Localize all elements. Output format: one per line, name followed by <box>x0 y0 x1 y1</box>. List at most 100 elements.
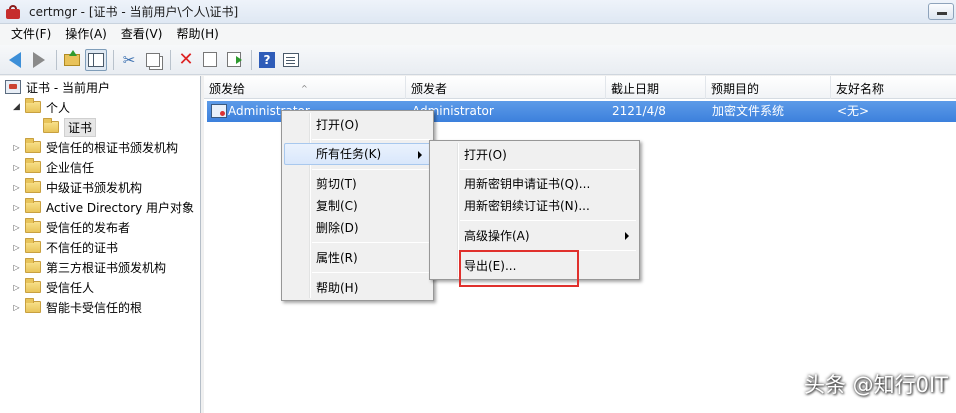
menu-item-renew-new-key[interactable]: 用新密钥续订证书(N)... <box>432 195 637 217</box>
menu-bar: 文件(F) 操作(A) 查看(V) 帮助(H) <box>0 24 956 45</box>
cell-expiration: 2121/4/8 <box>612 104 666 118</box>
properties-icon <box>203 52 217 67</box>
help-button[interactable]: ? <box>256 49 278 71</box>
tree-item-certificates[interactable]: 证书 <box>43 117 97 137</box>
properties-button[interactable] <box>199 49 221 71</box>
menu-item-all-tasks[interactable]: 所有任务(K) <box>284 143 431 165</box>
collapsed-triangle-icon[interactable]: ▷ <box>12 283 21 292</box>
tree-label: 受信任的根证书颁发机构 <box>46 140 179 155</box>
menu-separator <box>460 220 636 221</box>
collapsed-triangle-icon[interactable]: ▷ <box>12 263 21 272</box>
tree-item-store[interactable]: ▷ 智能卡受信任的根 <box>12 297 142 317</box>
submenu-arrow-icon <box>625 232 629 240</box>
tree-item-store[interactable]: ▷ 受信任人 <box>12 277 94 297</box>
toolbar-separator <box>113 49 114 70</box>
column-issued-by[interactable]: 颁发者 <box>406 76 606 99</box>
column-label: 友好名称 <box>836 82 885 96</box>
collapsed-triangle-icon[interactable]: ▷ <box>12 223 21 232</box>
watermark: 头条 @知行0IT <box>803 373 948 397</box>
tree-item-personal[interactable]: ◢ 个人 <box>12 97 70 117</box>
context-menu: 打开(O) 所有任务(K) 剪切(T) 复制(C) 删除(D) 属性(R) 帮助… <box>281 110 434 301</box>
folder-up-icon <box>64 49 80 66</box>
folder-icon <box>25 178 41 193</box>
menu-separator <box>312 139 430 140</box>
column-issued-to[interactable]: 颁发给 ^ <box>204 76 406 99</box>
copy-button[interactable] <box>142 49 164 71</box>
list-header: 颁发给 ^ 颁发者 截止日期 预期目的 友好名称 <box>204 76 956 99</box>
show-hide-tree-button[interactable] <box>85 48 107 71</box>
delete-button[interactable]: ✕ <box>175 49 197 71</box>
collapsed-triangle-icon[interactable]: ▷ <box>12 143 21 152</box>
tree-label: 受信任人 <box>46 280 95 295</box>
tree-item-store[interactable]: ▷ 受信任的发布者 <box>12 217 130 237</box>
minimize-button[interactable] <box>928 3 954 20</box>
folder-icon <box>25 218 41 233</box>
toolbar-separator <box>170 49 171 70</box>
tree-item-store[interactable]: ▷ Active Directory 用户对象 <box>12 197 194 217</box>
column-label: 颁发给 <box>209 82 246 96</box>
forward-button[interactable] <box>28 49 50 71</box>
folder-icon <box>25 98 41 113</box>
folder-icon <box>43 118 59 133</box>
column-label: 截止日期 <box>611 82 660 96</box>
column-friendly-name[interactable]: 友好名称 <box>831 76 956 99</box>
expanded-triangle-icon[interactable]: ◢ <box>12 102 21 112</box>
menu-item-cut[interactable]: 剪切(T) <box>284 173 431 195</box>
column-intended-purposes[interactable]: 预期目的 <box>706 76 831 99</box>
collapsed-triangle-icon[interactable]: ▷ <box>12 163 21 172</box>
tree-label: 个人 <box>46 100 71 115</box>
menu-item-help[interactable]: 帮助(H) <box>284 277 431 299</box>
menu-separator <box>312 169 430 170</box>
menu-item-delete[interactable]: 删除(D) <box>284 217 431 239</box>
forward-arrow-icon <box>33 51 45 68</box>
collapsed-triangle-icon[interactable]: ▷ <box>12 243 21 252</box>
menu-item-request-new-key[interactable]: 用新密钥申请证书(Q)... <box>432 173 637 195</box>
up-level-button[interactable] <box>61 49 83 71</box>
folder-icon <box>25 238 41 253</box>
copy-icon <box>146 52 160 67</box>
menu-item-open[interactable]: 打开(O) <box>284 114 431 136</box>
tree-label: 受信任的发布者 <box>46 220 131 235</box>
submenu-arrow-icon <box>418 151 422 159</box>
tree-label: 第三方根证书颁发机构 <box>46 260 167 275</box>
tree-item-store[interactable]: ▷ 受信任的根证书颁发机构 <box>12 137 178 157</box>
tree-item-store[interactable]: ▷ 第三方根证书颁发机构 <box>12 257 166 277</box>
show-action-pane-button[interactable] <box>280 49 302 71</box>
scissors-icon: ✂ <box>122 50 136 69</box>
menu-file[interactable]: 文件(F) <box>4 24 58 45</box>
cut-button[interactable]: ✂ <box>118 49 140 71</box>
toolbar-separator <box>251 49 252 70</box>
menu-separator <box>312 242 430 243</box>
tree-label: 智能卡受信任的根 <box>46 300 143 315</box>
tree-label: Active Directory 用户对象 <box>46 200 195 215</box>
tree-item-store[interactable]: ▷ 企业信任 <box>12 157 94 177</box>
delete-x-icon: ✕ <box>178 49 194 70</box>
tree-item-store[interactable]: ▷ 不信任的证书 <box>12 237 118 257</box>
column-label: 颁发者 <box>411 82 448 96</box>
cell-purpose: 加密文件系统 <box>712 104 785 118</box>
back-button[interactable] <box>4 49 26 71</box>
menu-item-advanced[interactable]: 高级操作(A) <box>432 225 637 247</box>
menu-separator <box>460 169 636 170</box>
console-tree: 证书 - 当前用户 ◢ 个人 证书 ▷ 受信任的根证书颁发机构 ▷ 企业信任 ▷… <box>0 76 201 413</box>
window-title: certmgr - [证书 - 当前用户\个人\证书] <box>29 5 239 19</box>
menu-item-properties[interactable]: 属性(R) <box>284 247 431 269</box>
menu-view[interactable]: 查看(V) <box>114 24 170 45</box>
folder-icon <box>25 198 41 213</box>
menu-item-copy[interactable]: 复制(C) <box>284 195 431 217</box>
collapsed-triangle-icon[interactable]: ▷ <box>12 203 21 212</box>
column-expiration[interactable]: 截止日期 <box>606 76 706 99</box>
title-bar: certmgr - [证书 - 当前用户\个人\证书] <box>0 0 956 24</box>
menu-help[interactable]: 帮助(H) <box>169 24 225 45</box>
export-list-button[interactable] <box>223 49 245 71</box>
certmgr-app-icon <box>5 4 21 20</box>
cell-friendly-name: <无> <box>837 104 870 118</box>
tree-item-store[interactable]: ▷ 中级证书颁发机构 <box>12 177 142 197</box>
tree-item-root[interactable]: 证书 - 当前用户 <box>5 77 110 97</box>
collapsed-triangle-icon[interactable]: ▷ <box>12 183 21 192</box>
menu-item-open[interactable]: 打开(O) <box>432 144 637 166</box>
tree-label: 中级证书颁发机构 <box>46 180 143 195</box>
collapsed-triangle-icon[interactable]: ▷ <box>12 303 21 312</box>
toolbar-separator <box>56 49 57 70</box>
menu-action[interactable]: 操作(A) <box>58 24 114 45</box>
